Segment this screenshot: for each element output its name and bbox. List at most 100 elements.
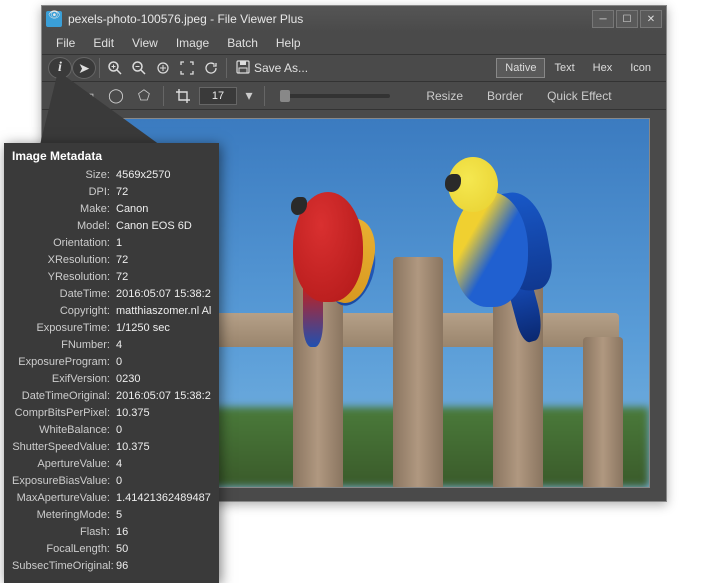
zoom-slider[interactable] [280,94,390,98]
metadata-row: ShutterSpeedValue:10.375 [12,439,211,456]
resize-button[interactable]: Resize [416,86,473,106]
metadata-label: XResolution: [12,252,116,269]
metadata-value: 16 [116,524,211,541]
metadata-value: 10.375 [116,405,211,422]
metadata-label: ExposureProgram: [12,354,116,371]
zoom-reset-icon[interactable] [151,57,175,79]
metadata-row: Orientation:1 [12,235,211,252]
marquee-tool-icon[interactable]: ▭ [76,85,100,107]
metadata-value: 72 [116,184,211,201]
menu-file[interactable]: File [48,34,83,52]
zoom-in-icon[interactable] [103,57,127,79]
refresh-icon[interactable] [199,57,223,79]
minimize-button[interactable]: ─ [592,10,614,28]
menu-image[interactable]: Image [168,34,217,52]
metadata-value: 0230 [116,371,211,388]
metadata-row: FocalLength:50 [12,541,211,558]
separator [163,86,164,106]
metadata-row: ComprBitsPerPixel:10.375 [12,405,211,422]
crop-tool-icon[interactable] [171,85,195,107]
menu-view[interactable]: View [124,34,166,52]
hand-tool-icon[interactable]: ✋ [48,85,72,107]
separator [264,86,265,106]
metadata-row: FNumber:4 [12,337,211,354]
crop-size-input[interactable]: 17 [199,87,237,105]
metadata-value: 4569x2570 [116,167,211,184]
metadata-value: 4 [116,456,211,473]
view-mode-tabs: Native Text Hex Icon [496,58,660,78]
metadata-label: ExposureBiasValue: [12,473,116,490]
metadata-value: matthiaszomer.nl All Rights Res [116,303,211,320]
image-subject [273,167,383,317]
metadata-value: 72 [116,252,211,269]
separator [99,58,100,78]
menu-batch[interactable]: Batch [219,34,266,52]
metadata-label: Flash: [12,524,116,541]
titlebar[interactable]: pexels-photo-100576.jpeg - File Viewer P… [42,6,666,32]
metadata-row: Flash:16 [12,524,211,541]
save-as-label: Save As... [254,61,308,75]
metadata-value: 4 [116,337,211,354]
metadata-label: DateTime: [12,286,116,303]
metadata-label: Orientation: [12,235,116,252]
metadata-value: 1.41421362489487 [116,490,211,507]
metadata-row: Make:Canon [12,201,211,218]
metadata-value: 96 [116,558,211,575]
metadata-value: 1 [116,235,211,252]
maximize-button[interactable]: ☐ [616,10,638,28]
metadata-label: ShutterSpeedValue: [12,439,116,456]
info-button[interactable]: i [48,57,72,79]
metadata-row: MaxApertureValue:1.41421362489487 [12,490,211,507]
metadata-label: Copyright: [12,303,116,320]
window-title: pexels-photo-100576.jpeg - File Viewer P… [68,12,592,26]
menubar: File Edit View Image Batch Help [42,32,666,54]
metadata-value: 0 [116,473,211,490]
nav-arrow-button[interactable]: ➤ [72,57,96,79]
metadata-row: ExposureBiasValue:0 [12,473,211,490]
zoom-out-icon[interactable] [127,57,151,79]
metadata-row: Size:4569x2570 [12,167,211,184]
main-toolbar: i ➤ Save As... Native Text Hex Icon [42,54,666,82]
menu-help[interactable]: Help [268,34,309,52]
view-tab-native[interactable]: Native [496,58,545,78]
metadata-row: SubsecTimeOriginal:96 [12,558,211,575]
dropdown-icon[interactable]: ▾ [241,85,257,107]
quick-effect-button[interactable]: Quick Effect [537,86,621,106]
image-subject [433,152,563,322]
metadata-value: 2016:05:07 15:38:22 [116,286,211,303]
slider-thumb[interactable] [280,90,290,102]
metadata-label: DateTimeOriginal: [12,388,116,405]
metadata-row: DPI:72 [12,184,211,201]
view-tab-icon[interactable]: Icon [621,58,660,78]
metadata-label: SubsecTimeOriginal: [12,558,116,575]
metadata-value: Canon [116,201,211,218]
fit-screen-icon[interactable] [175,57,199,79]
polygon-tool-icon[interactable]: ⬠ [132,85,156,107]
metadata-value: 72 [116,269,211,286]
metadata-value: 50 [116,541,211,558]
metadata-label: FNumber: [12,337,116,354]
close-button[interactable]: ✕ [640,10,662,28]
metadata-label: Make: [12,201,116,218]
metadata-label: MeteringMode: [12,507,116,524]
metadata-row: ExposureTime:1/1250 sec [12,320,211,337]
lasso-tool-icon[interactable]: ◯ [104,85,128,107]
metadata-label: ExifVersion: [12,371,116,388]
metadata-row: ExifVersion:0230 [12,371,211,388]
metadata-panel: Image Metadata Size:4569x2570DPI:72Make:… [4,143,219,583]
metadata-value: Canon EOS 6D [116,218,211,235]
metadata-row: DateTimeOriginal:2016:05:07 15:38:22 [12,388,211,405]
metadata-label: ApertureValue: [12,456,116,473]
metadata-label: ExposureTime: [12,320,116,337]
image-toolbar: ✋ ▭ ◯ ⬠ 17 ▾ Resize Border Quick Effect [42,82,666,110]
metadata-label: ComprBitsPerPixel: [12,405,116,422]
view-tab-text[interactable]: Text [545,58,583,78]
metadata-label: MaxApertureValue: [12,490,116,507]
border-button[interactable]: Border [477,86,533,106]
metadata-row: Copyright:matthiaszomer.nl All Rights Re… [12,303,211,320]
menu-edit[interactable]: Edit [85,34,122,52]
metadata-label: Model: [12,218,116,235]
view-tab-hex[interactable]: Hex [584,58,622,78]
save-as-button[interactable]: Save As... [230,58,314,79]
metadata-row: XResolution:72 [12,252,211,269]
